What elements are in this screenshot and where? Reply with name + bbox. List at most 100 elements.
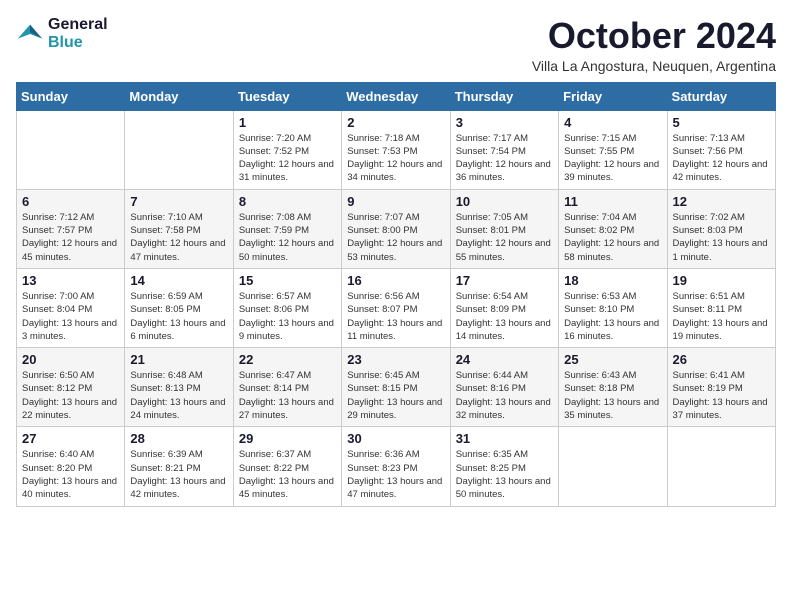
weekday-sunday: Sunday <box>17 82 125 110</box>
day-number: 16 <box>347 273 444 288</box>
day-number: 10 <box>456 194 553 209</box>
calendar-cell: 2 Sunrise: 7:18 AM Sunset: 7:53 PM Daylig… <box>342 110 450 189</box>
day-number: 14 <box>130 273 227 288</box>
day-info: Sunrise: 6:45 AM Sunset: 8:15 PM Dayligh… <box>347 369 444 422</box>
day-number: 22 <box>239 352 336 367</box>
day-number: 26 <box>673 352 770 367</box>
day-info: Sunrise: 6:56 AM Sunset: 8:07 PM Dayligh… <box>347 290 444 343</box>
calendar-cell: 27 Sunrise: 6:40 AM Sunset: 8:20 PM Dayli… <box>17 427 125 506</box>
day-number: 29 <box>239 431 336 446</box>
calendar-cell: 3 Sunrise: 7:17 AM Sunset: 7:54 PM Daylig… <box>450 110 558 189</box>
weekday-header-row: SundayMondayTuesdayWednesdayThursdayFrid… <box>17 82 776 110</box>
day-number: 8 <box>239 194 336 209</box>
weekday-tuesday: Tuesday <box>233 82 341 110</box>
calendar-cell: 25 Sunrise: 6:43 AM Sunset: 8:18 PM Dayli… <box>559 348 667 427</box>
calendar-cell: 15Sunrise: 6:57 AM Sunset: 8:06 PM Dayli… <box>233 268 341 347</box>
calendar-cell: 31 Sunrise: 6:35 AM Sunset: 8:25 PM Dayli… <box>450 427 558 506</box>
day-info: Sunrise: 6:44 AM Sunset: 8:16 PM Dayligh… <box>456 369 553 422</box>
calendar-cell: 14 Sunrise: 6:59 AM Sunset: 8:05 PM Dayli… <box>125 268 233 347</box>
day-info: Sunrise: 6:37 AM Sunset: 8:22 PM Dayligh… <box>239 448 336 501</box>
day-number: 20 <box>22 352 119 367</box>
day-info: Sunrise: 6:36 AM Sunset: 8:23 PM Dayligh… <box>347 448 444 501</box>
calendar-cell: 29 Sunrise: 6:37 AM Sunset: 8:22 PM Dayli… <box>233 427 341 506</box>
day-number: 31 <box>456 431 553 446</box>
month-title: October 2024 <box>532 16 776 56</box>
day-info: Sunrise: 7:13 AM Sunset: 7:56 PM Dayligh… <box>673 132 770 185</box>
day-number: 28 <box>130 431 227 446</box>
calendar-cell: 12Sunrise: 7:02 AM Sunset: 8:03 PM Dayli… <box>667 189 775 268</box>
day-number: 6 <box>22 194 119 209</box>
day-info: Sunrise: 6:51 AM Sunset: 8:11 PM Dayligh… <box>673 290 770 343</box>
calendar-table: SundayMondayTuesdayWednesdayThursdayFrid… <box>16 82 776 507</box>
day-info: Sunrise: 7:17 AM Sunset: 7:54 PM Dayligh… <box>456 132 553 185</box>
weekday-thursday: Thursday <box>450 82 558 110</box>
day-number: 13 <box>22 273 119 288</box>
day-number: 12 <box>673 194 770 209</box>
logo: General Blue <box>16 16 108 51</box>
day-info: Sunrise: 6:43 AM Sunset: 8:18 PM Dayligh… <box>564 369 661 422</box>
day-info: Sunrise: 7:07 AM Sunset: 8:00 PM Dayligh… <box>347 211 444 264</box>
day-number: 1 <box>239 115 336 130</box>
day-info: Sunrise: 6:59 AM Sunset: 8:05 PM Dayligh… <box>130 290 227 343</box>
day-number: 3 <box>456 115 553 130</box>
day-info: Sunrise: 6:53 AM Sunset: 8:10 PM Dayligh… <box>564 290 661 343</box>
day-info: Sunrise: 6:54 AM Sunset: 8:09 PM Dayligh… <box>456 290 553 343</box>
calendar-cell: 23 Sunrise: 6:45 AM Sunset: 8:15 PM Dayli… <box>342 348 450 427</box>
day-number: 5 <box>673 115 770 130</box>
day-number: 27 <box>22 431 119 446</box>
day-number: 23 <box>347 352 444 367</box>
day-info: Sunrise: 7:04 AM Sunset: 8:02 PM Dayligh… <box>564 211 661 264</box>
calendar-cell <box>559 427 667 506</box>
day-number: 19 <box>673 273 770 288</box>
calendar-cell <box>17 110 125 189</box>
day-number: 21 <box>130 352 227 367</box>
calendar-cell: 6Sunrise: 7:12 AM Sunset: 7:57 PM Daylig… <box>17 189 125 268</box>
weekday-monday: Monday <box>125 82 233 110</box>
calendar-cell: 16 Sunrise: 6:56 AM Sunset: 8:07 PM Dayli… <box>342 268 450 347</box>
day-number: 17 <box>456 273 553 288</box>
calendar-cell: 18Sunrise: 6:53 AM Sunset: 8:10 PM Dayli… <box>559 268 667 347</box>
day-info: Sunrise: 7:08 AM Sunset: 7:59 PM Dayligh… <box>239 211 336 264</box>
logo-icon <box>16 20 44 48</box>
calendar-cell: 20 Sunrise: 6:50 AM Sunset: 8:12 PM Dayli… <box>17 348 125 427</box>
day-number: 11 <box>564 194 661 209</box>
day-info: Sunrise: 6:39 AM Sunset: 8:21 PM Dayligh… <box>130 448 227 501</box>
day-info: Sunrise: 6:57 AM Sunset: 8:06 PM Dayligh… <box>239 290 336 343</box>
calendar-cell <box>667 427 775 506</box>
calendar-cell: 26 Sunrise: 6:41 AM Sunset: 8:19 PM Dayli… <box>667 348 775 427</box>
day-number: 30 <box>347 431 444 446</box>
day-info: Sunrise: 7:15 AM Sunset: 7:55 PM Dayligh… <box>564 132 661 185</box>
day-number: 9 <box>347 194 444 209</box>
calendar-cell: 22Sunrise: 6:47 AM Sunset: 8:14 PM Dayli… <box>233 348 341 427</box>
day-number: 24 <box>456 352 553 367</box>
calendar-cell: 17 Sunrise: 6:54 AM Sunset: 8:09 PM Dayli… <box>450 268 558 347</box>
day-info: Sunrise: 7:10 AM Sunset: 7:58 PM Dayligh… <box>130 211 227 264</box>
day-info: Sunrise: 7:00 AM Sunset: 8:04 PM Dayligh… <box>22 290 119 343</box>
day-info: Sunrise: 7:20 AM Sunset: 7:52 PM Dayligh… <box>239 132 336 185</box>
week-row-3: 13 Sunrise: 7:00 AM Sunset: 8:04 PM Dayli… <box>17 268 776 347</box>
day-number: 25 <box>564 352 661 367</box>
weekday-wednesday: Wednesday <box>342 82 450 110</box>
week-row-5: 27 Sunrise: 6:40 AM Sunset: 8:20 PM Dayli… <box>17 427 776 506</box>
calendar-cell: 19 Sunrise: 6:51 AM Sunset: 8:11 PM Dayli… <box>667 268 775 347</box>
weekday-saturday: Saturday <box>667 82 775 110</box>
week-row-2: 6Sunrise: 7:12 AM Sunset: 7:57 PM Daylig… <box>17 189 776 268</box>
calendar-cell: 10Sunrise: 7:05 AM Sunset: 8:01 PM Dayli… <box>450 189 558 268</box>
calendar-cell <box>125 110 233 189</box>
day-number: 2 <box>347 115 444 130</box>
day-info: Sunrise: 6:48 AM Sunset: 8:13 PM Dayligh… <box>130 369 227 422</box>
page-header: General Blue October 2024 Villa La Angos… <box>16 16 776 74</box>
calendar-cell: 4Sunrise: 7:15 AM Sunset: 7:55 PM Daylig… <box>559 110 667 189</box>
week-row-4: 20 Sunrise: 6:50 AM Sunset: 8:12 PM Dayli… <box>17 348 776 427</box>
calendar-cell: 9 Sunrise: 7:07 AM Sunset: 8:00 PM Daylig… <box>342 189 450 268</box>
calendar-cell: 11 Sunrise: 7:04 AM Sunset: 8:02 PM Dayli… <box>559 189 667 268</box>
calendar-cell: 28 Sunrise: 6:39 AM Sunset: 8:21 PM Dayli… <box>125 427 233 506</box>
day-info: Sunrise: 6:50 AM Sunset: 8:12 PM Dayligh… <box>22 369 119 422</box>
calendar-cell: 7Sunrise: 7:10 AM Sunset: 7:58 PM Daylig… <box>125 189 233 268</box>
calendar-cell: 21 Sunrise: 6:48 AM Sunset: 8:13 PM Dayli… <box>125 348 233 427</box>
day-info: Sunrise: 7:18 AM Sunset: 7:53 PM Dayligh… <box>347 132 444 185</box>
title-section: October 2024 Villa La Angostura, Neuquen… <box>532 16 776 74</box>
day-info: Sunrise: 6:40 AM Sunset: 8:20 PM Dayligh… <box>22 448 119 501</box>
day-info: Sunrise: 6:41 AM Sunset: 8:19 PM Dayligh… <box>673 369 770 422</box>
day-info: Sunrise: 6:35 AM Sunset: 8:25 PM Dayligh… <box>456 448 553 501</box>
